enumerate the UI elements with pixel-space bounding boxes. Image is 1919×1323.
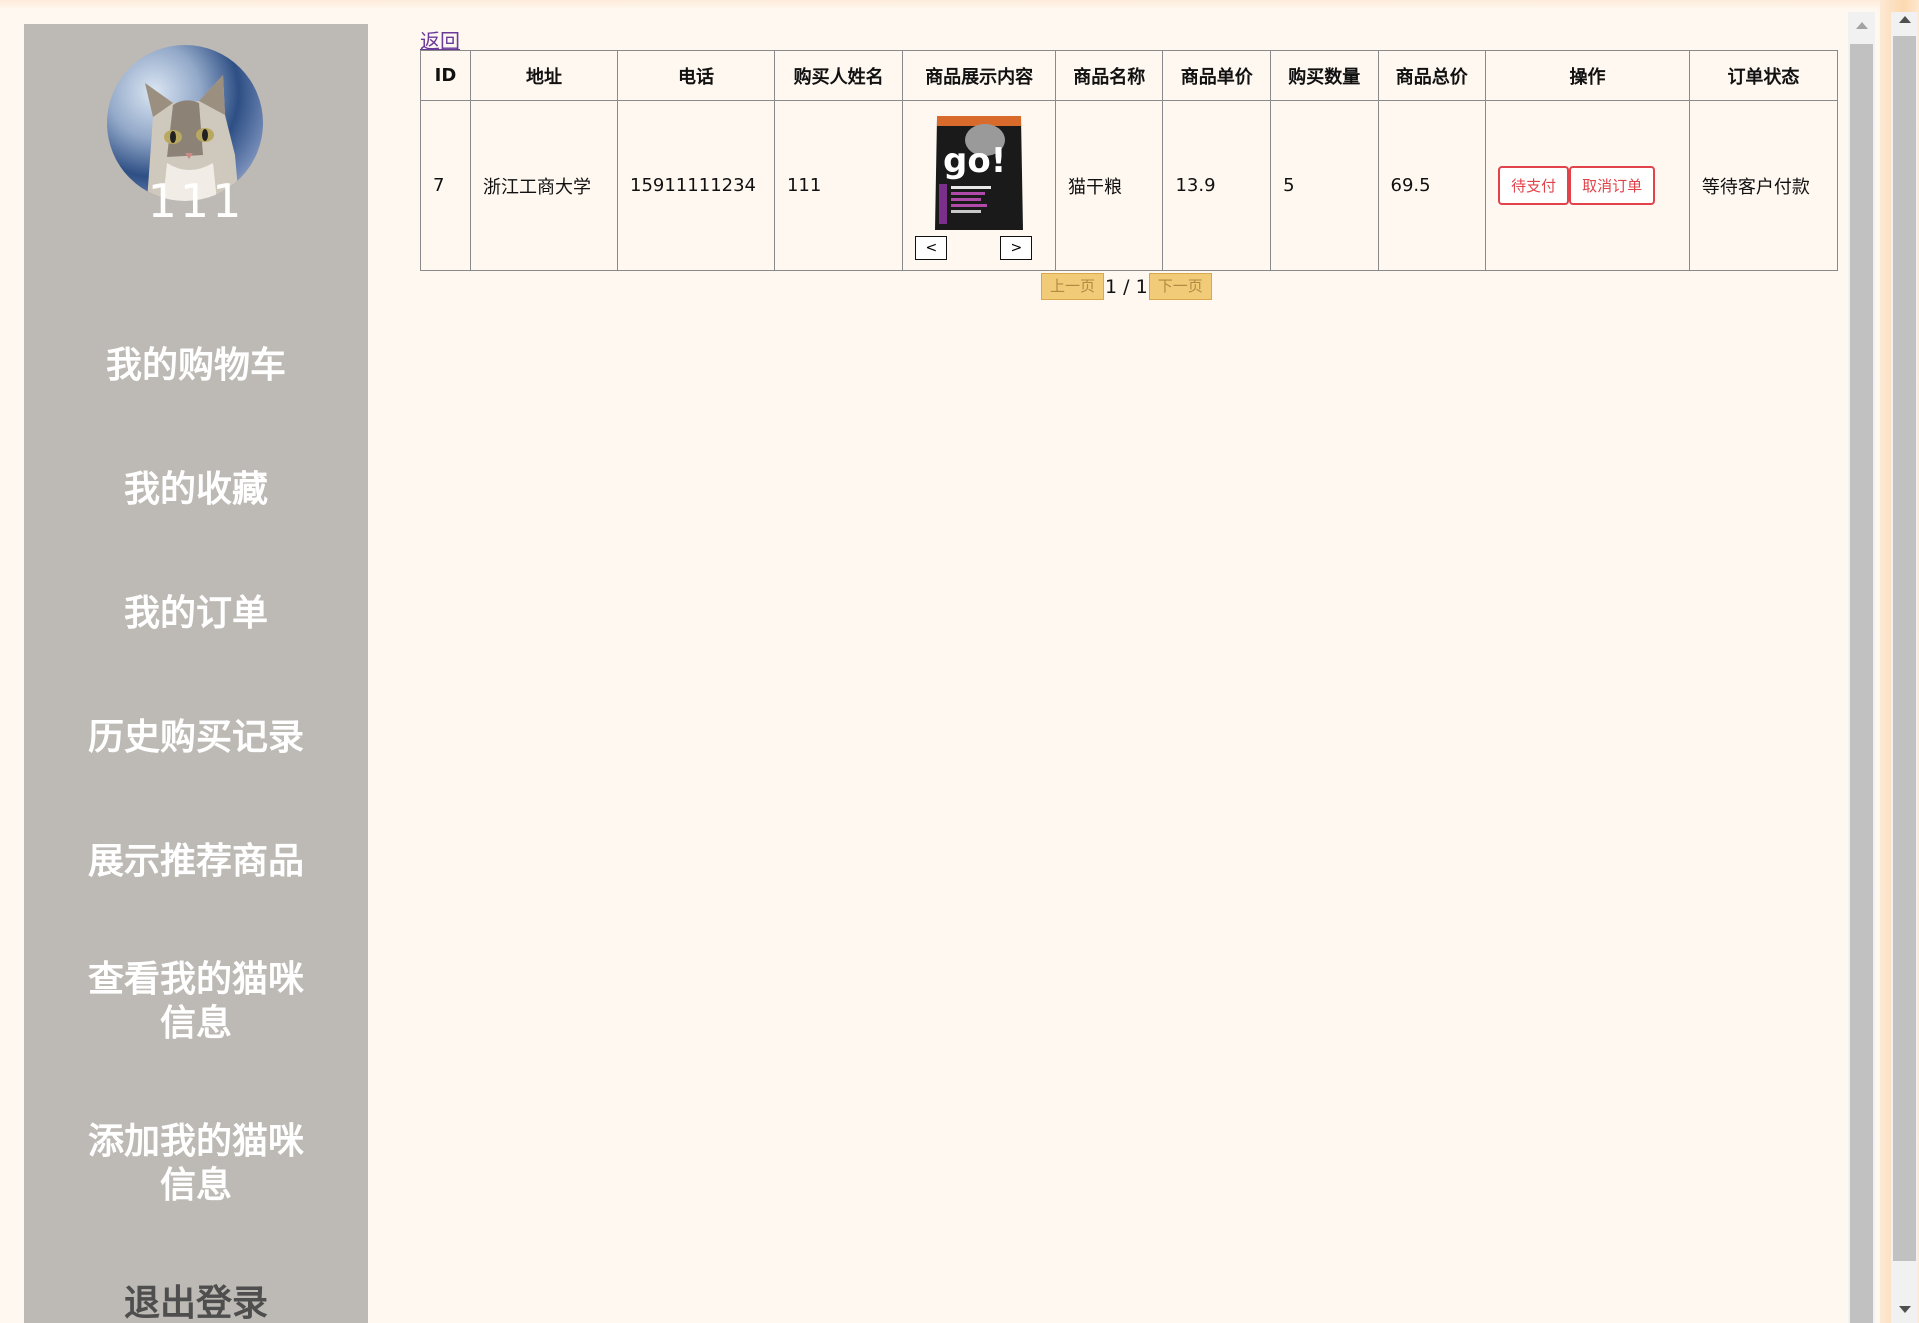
column-header-buyer: 购买人姓名 — [773, 50, 904, 101]
column-header-quantity: 购买数量 — [1270, 50, 1379, 101]
column-header-unit-price: 商品单价 — [1162, 50, 1272, 101]
scroll-thumb[interactable] — [1850, 44, 1873, 1323]
cell-quantity: 5 — [1270, 100, 1379, 271]
sidebar-item-favorites[interactable]: 我的收藏 — [24, 468, 368, 512]
cell-product-name: 猫干粮 — [1055, 100, 1164, 271]
cell-product-display: go! < > — [902, 100, 1057, 271]
cell-phone: 15911111234 — [617, 100, 775, 271]
column-header-id: ID — [420, 50, 471, 101]
sidebar-item-orders[interactable]: 我的订单 — [24, 592, 368, 636]
sidebar: 111 我的购物车 我的收藏 我的订单 历史购买记录 展示推荐商品 查看我的猫咪… — [24, 24, 368, 1323]
sidebar-item-purchase-history[interactable]: 历史购买记录 — [24, 716, 368, 760]
prev-page-button[interactable]: 上一页 — [1041, 273, 1105, 300]
inner-scrollbar[interactable] — [1848, 12, 1875, 1323]
outer-scrollbar[interactable] — [1891, 12, 1918, 1323]
cell-actions: 待支付 取消订单 — [1485, 100, 1690, 271]
cell-buyer: 111 — [773, 100, 904, 271]
product-brand-text: go! — [943, 141, 1006, 181]
page-top-gradient — [0, 0, 1919, 10]
column-header-status: 订单状态 — [1688, 50, 1839, 101]
sidebar-item-recommended[interactable]: 展示推荐商品 — [24, 840, 368, 884]
cell-total: 69.5 — [1377, 100, 1487, 271]
orders-table: ID 地址 电话 购买人姓名 商品展示内容 商品名称 商品单价 购买数量 商品总… — [420, 50, 1839, 271]
username: 111 — [147, 174, 245, 228]
table-row: 7 浙江工商大学 15911111234 111 go! < > 猫干粮 13.… — [420, 100, 1839, 271]
column-header-total: 商品总价 — [1377, 50, 1487, 101]
scroll-up-arrow-icon[interactable] — [1856, 22, 1868, 29]
column-header-product-display: 商品展示内容 — [902, 50, 1057, 101]
carousel-prev-button[interactable]: < — [915, 236, 948, 260]
pagination: 上一页 1 / 1 下一页 — [1041, 273, 1212, 300]
table-header-row: ID 地址 电话 购买人姓名 商品展示内容 商品名称 商品单价 购买数量 商品总… — [420, 50, 1839, 101]
sidebar-item-logout[interactable]: 退出登录 — [24, 1282, 368, 1323]
column-header-product-name: 商品名称 — [1055, 50, 1164, 101]
cancel-order-button[interactable]: 取消订单 — [1569, 166, 1656, 205]
cell-address: 浙江工商大学 — [469, 100, 619, 271]
scroll-thumb[interactable] — [1893, 36, 1916, 1261]
column-header-phone: 电话 — [617, 50, 775, 101]
column-header-actions: 操作 — [1485, 50, 1690, 101]
pay-button[interactable]: 待支付 — [1498, 166, 1570, 205]
page-indicator: 1 / 1 — [1105, 275, 1148, 298]
sidebar-item-add-cat-info[interactable]: 添加我的猫咪信息 — [86, 1120, 306, 1208]
carousel-next-button[interactable]: > — [1000, 236, 1033, 260]
sidebar-item-view-cat-info[interactable]: 查看我的猫咪信息 — [86, 958, 306, 1046]
cell-status: 等待客户付款 — [1688, 100, 1839, 271]
scroll-up-arrow-icon[interactable] — [1899, 16, 1911, 23]
next-page-button[interactable]: 下一页 — [1148, 273, 1212, 300]
cell-id: 7 — [420, 100, 471, 271]
scroll-down-arrow-icon[interactable] — [1899, 1306, 1911, 1313]
cell-unit-price: 13.9 — [1162, 100, 1272, 271]
column-header-address: 地址 — [469, 50, 619, 101]
sidebar-item-cart[interactable]: 我的购物车 — [24, 344, 368, 388]
product-image: go! — [935, 115, 1024, 230]
